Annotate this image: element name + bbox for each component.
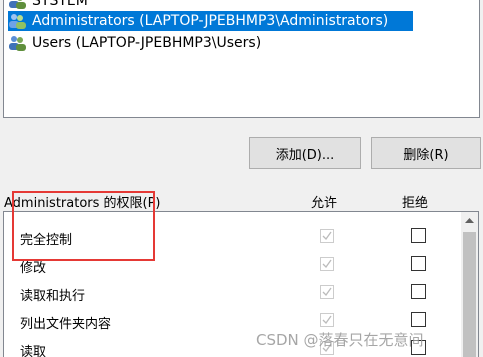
watermark: CSDN @落春只在无意间 bbox=[256, 331, 424, 349]
permission-name: 读取和执行 bbox=[20, 289, 86, 304]
list-item-system[interactable]: SYSTEM bbox=[8, 0, 88, 11]
permission-name: 列出文件夹内容 bbox=[20, 317, 112, 332]
checkmark-icon bbox=[322, 231, 332, 241]
allow-checkbox bbox=[320, 285, 334, 299]
permission-row: 完全控制 bbox=[4, 223, 464, 251]
deny-checkbox[interactable] bbox=[411, 256, 426, 271]
deny-column-header: 拒绝 bbox=[402, 196, 429, 211]
group-or-user-list[interactable]: SYSTEM Administrators (LAPTOP-JPEBHMP3\A… bbox=[3, 0, 480, 118]
add-button[interactable]: 添加(D)... bbox=[249, 137, 361, 169]
deny-checkbox[interactable] bbox=[411, 228, 426, 243]
allow-checkbox bbox=[320, 257, 334, 271]
permissions-header: Administrators 的权限(P) 允许 拒绝 bbox=[4, 192, 479, 212]
allow-column-header: 允许 bbox=[311, 196, 338, 211]
list-item-label: Administrators (LAPTOP-JPEBHMP3\Administ… bbox=[32, 13, 389, 29]
user-group-icon bbox=[8, 13, 26, 29]
allow-checkbox bbox=[320, 229, 334, 243]
checkmark-icon bbox=[322, 259, 332, 269]
permission-name: 完全控制 bbox=[20, 233, 73, 248]
permission-row: 读取和执行 bbox=[4, 279, 464, 307]
vertical-scrollbar[interactable] bbox=[461, 212, 478, 357]
list-item-users[interactable]: Users (LAPTOP-JPEBHMP3\Users) bbox=[8, 33, 261, 53]
list-item-label: Users (LAPTOP-JPEBHMP3\Users) bbox=[32, 35, 262, 51]
permission-row: 修改 bbox=[4, 251, 464, 279]
permission-name: 读取 bbox=[20, 345, 47, 357]
permission-name: 修改 bbox=[20, 261, 47, 276]
list-item-administrators[interactable]: Administrators (LAPTOP-JPEBHMP3\Administ… bbox=[8, 11, 413, 31]
list-item-label: SYSTEM bbox=[32, 0, 88, 9]
user-group-icon bbox=[8, 0, 26, 9]
allow-checkbox bbox=[320, 313, 334, 327]
deny-checkbox[interactable] bbox=[411, 312, 426, 327]
deny-checkbox[interactable] bbox=[411, 284, 426, 299]
user-group-icon bbox=[8, 35, 26, 51]
checkmark-icon bbox=[322, 315, 332, 325]
scroll-up-icon[interactable] bbox=[461, 212, 478, 229]
permissions-title: Administrators 的权限(P) bbox=[4, 196, 161, 211]
remove-button[interactable]: 删除(R) bbox=[371, 137, 481, 169]
checkmark-icon bbox=[322, 287, 332, 297]
scrollbar-thumb[interactable] bbox=[463, 232, 476, 357]
